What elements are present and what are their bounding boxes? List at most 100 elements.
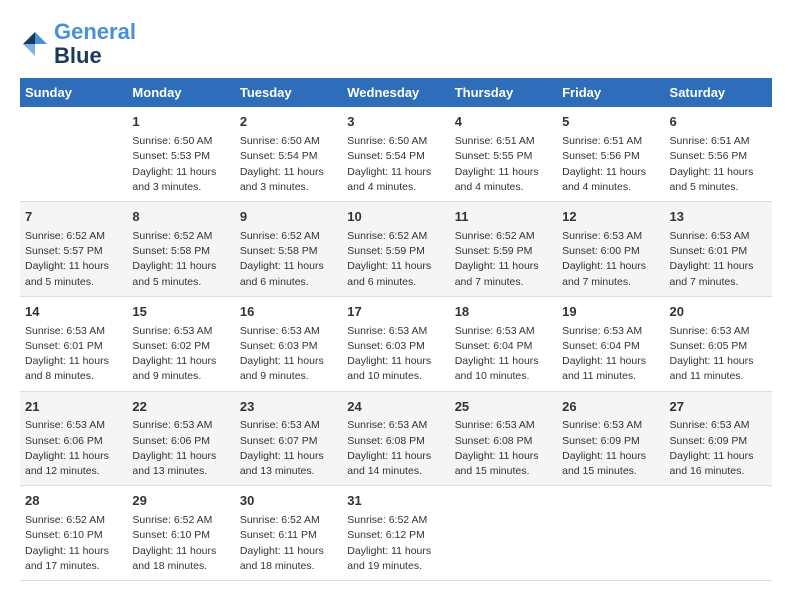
calendar-cell: 28 Sunrise: 6:52 AM Sunset: 6:10 PM Dayli… [20, 486, 127, 581]
day-number: 8 [132, 208, 229, 227]
day-number: 24 [347, 398, 444, 417]
calendar-cell: 9 Sunrise: 6:52 AM Sunset: 5:58 PM Daylig… [235, 202, 342, 297]
day-info: Sunrise: 6:50 AM Sunset: 5:54 PM Dayligh… [240, 134, 337, 195]
day-number: 28 [25, 492, 122, 511]
day-number: 14 [25, 303, 122, 322]
calendar-row: 7 Sunrise: 6:52 AM Sunset: 5:57 PM Daylig… [20, 202, 772, 297]
logo: GeneralBlue [20, 20, 136, 68]
logo-icon [20, 29, 50, 59]
calendar-cell: 14 Sunrise: 6:53 AM Sunset: 6:01 PM Dayli… [20, 296, 127, 391]
day-info: Sunrise: 6:53 AM Sunset: 6:05 PM Dayligh… [670, 324, 767, 385]
day-number: 29 [132, 492, 229, 511]
day-info: Sunrise: 6:53 AM Sunset: 6:02 PM Dayligh… [132, 324, 229, 385]
calendar-cell: 27Sunrise: 6:53 AM Sunset: 6:09 PM Dayli… [665, 391, 772, 486]
calendar-cell: 26Sunrise: 6:53 AM Sunset: 6:09 PM Dayli… [557, 391, 664, 486]
day-info: Sunrise: 6:51 AM Sunset: 5:56 PM Dayligh… [562, 134, 659, 195]
calendar-cell: 6 Sunrise: 6:51 AM Sunset: 5:56 PM Daylig… [665, 107, 772, 201]
day-number: 10 [347, 208, 444, 227]
day-info: Sunrise: 6:53 AM Sunset: 6:06 PM Dayligh… [25, 418, 122, 479]
day-info: Sunrise: 6:50 AM Sunset: 5:53 PM Dayligh… [132, 134, 229, 195]
day-info: Sunrise: 6:53 AM Sunset: 6:07 PM Dayligh… [240, 418, 337, 479]
calendar-cell: 18 Sunrise: 6:53 AM Sunset: 6:04 PM Dayli… [450, 296, 557, 391]
day-info: Sunrise: 6:53 AM Sunset: 6:03 PM Dayligh… [240, 324, 337, 385]
calendar-row: 28 Sunrise: 6:52 AM Sunset: 6:10 PM Dayli… [20, 486, 772, 581]
calendar-cell [20, 107, 127, 201]
day-number: 1 [132, 113, 229, 132]
calendar-cell: 13 Sunrise: 6:53 AM Sunset: 6:01 PM Dayli… [665, 202, 772, 297]
calendar-row: 14 Sunrise: 6:53 AM Sunset: 6:01 PM Dayli… [20, 296, 772, 391]
calendar-cell: 8Sunrise: 6:52 AM Sunset: 5:58 PM Daylig… [127, 202, 234, 297]
day-number: 9 [240, 208, 337, 227]
day-number: 11 [455, 208, 552, 227]
calendar-cell [450, 486, 557, 581]
day-number: 15 [132, 303, 229, 322]
day-info: Sunrise: 6:53 AM Sunset: 6:04 PM Dayligh… [455, 324, 552, 385]
day-info: Sunrise: 6:53 AM Sunset: 6:04 PM Dayligh… [562, 324, 659, 385]
weekday-header: Friday [557, 78, 664, 107]
day-info: Sunrise: 6:52 AM Sunset: 6:10 PM Dayligh… [132, 513, 229, 574]
day-info: Sunrise: 6:53 AM Sunset: 6:09 PM Dayligh… [562, 418, 659, 479]
calendar-cell: 5 Sunrise: 6:51 AM Sunset: 5:56 PM Daylig… [557, 107, 664, 201]
calendar-cell: 2Sunrise: 6:50 AM Sunset: 5:54 PM Daylig… [235, 107, 342, 201]
day-number: 12 [562, 208, 659, 227]
weekday-header: Monday [127, 78, 234, 107]
day-info: Sunrise: 6:52 AM Sunset: 6:11 PM Dayligh… [240, 513, 337, 574]
day-info: Sunrise: 6:53 AM Sunset: 6:08 PM Dayligh… [455, 418, 552, 479]
day-info: Sunrise: 6:52 AM Sunset: 5:59 PM Dayligh… [455, 229, 552, 290]
day-number: 19 [562, 303, 659, 322]
calendar-row: 21Sunrise: 6:53 AM Sunset: 6:06 PM Dayli… [20, 391, 772, 486]
calendar-cell: 12 Sunrise: 6:53 AM Sunset: 6:00 PM Dayli… [557, 202, 664, 297]
day-info: Sunrise: 6:53 AM Sunset: 6:08 PM Dayligh… [347, 418, 444, 479]
day-info: Sunrise: 6:51 AM Sunset: 5:55 PM Dayligh… [455, 134, 552, 195]
calendar-cell: 29 Sunrise: 6:52 AM Sunset: 6:10 PM Dayli… [127, 486, 234, 581]
day-number: 7 [25, 208, 122, 227]
day-info: Sunrise: 6:53 AM Sunset: 6:01 PM Dayligh… [25, 324, 122, 385]
day-info: Sunrise: 6:52 AM Sunset: 6:10 PM Dayligh… [25, 513, 122, 574]
calendar-header: SundayMondayTuesdayWednesdayThursdayFrid… [20, 78, 772, 107]
calendar-cell: 25Sunrise: 6:53 AM Sunset: 6:08 PM Dayli… [450, 391, 557, 486]
day-info: Sunrise: 6:53 AM Sunset: 6:00 PM Dayligh… [562, 229, 659, 290]
calendar-cell: 19 Sunrise: 6:53 AM Sunset: 6:04 PM Dayli… [557, 296, 664, 391]
day-info: Sunrise: 6:53 AM Sunset: 6:03 PM Dayligh… [347, 324, 444, 385]
calendar-cell: 22Sunrise: 6:53 AM Sunset: 6:06 PM Dayli… [127, 391, 234, 486]
day-number: 22 [132, 398, 229, 417]
calendar-cell: 30 Sunrise: 6:52 AM Sunset: 6:11 PM Dayli… [235, 486, 342, 581]
day-number: 30 [240, 492, 337, 511]
day-info: Sunrise: 6:51 AM Sunset: 5:56 PM Dayligh… [670, 134, 767, 195]
day-info: Sunrise: 6:53 AM Sunset: 6:01 PM Dayligh… [670, 229, 767, 290]
day-number: 31 [347, 492, 444, 511]
calendar-cell: 31 Sunrise: 6:52 AM Sunset: 6:12 PM Dayli… [342, 486, 449, 581]
day-info: Sunrise: 6:52 AM Sunset: 5:57 PM Dayligh… [25, 229, 122, 290]
calendar-row: 1 Sunrise: 6:50 AM Sunset: 5:53 PM Daylig… [20, 107, 772, 201]
calendar-cell: 16 Sunrise: 6:53 AM Sunset: 6:03 PM Dayli… [235, 296, 342, 391]
day-number: 18 [455, 303, 552, 322]
day-number: 6 [670, 113, 767, 132]
calendar-cell: 23Sunrise: 6:53 AM Sunset: 6:07 PM Dayli… [235, 391, 342, 486]
day-number: 5 [562, 113, 659, 132]
weekday-header: Wednesday [342, 78, 449, 107]
calendar-cell: 7 Sunrise: 6:52 AM Sunset: 5:57 PM Daylig… [20, 202, 127, 297]
day-info: Sunrise: 6:50 AM Sunset: 5:54 PM Dayligh… [347, 134, 444, 195]
day-number: 13 [670, 208, 767, 227]
logo-text: GeneralBlue [54, 20, 136, 68]
weekday-header: Thursday [450, 78, 557, 107]
day-number: 3 [347, 113, 444, 132]
day-info: Sunrise: 6:52 AM Sunset: 5:59 PM Dayligh… [347, 229, 444, 290]
day-info: Sunrise: 6:52 AM Sunset: 5:58 PM Dayligh… [240, 229, 337, 290]
calendar-cell: 4 Sunrise: 6:51 AM Sunset: 5:55 PM Daylig… [450, 107, 557, 201]
day-info: Sunrise: 6:53 AM Sunset: 6:09 PM Dayligh… [670, 418, 767, 479]
day-number: 4 [455, 113, 552, 132]
calendar-cell: 15 Sunrise: 6:53 AM Sunset: 6:02 PM Dayli… [127, 296, 234, 391]
calendar-table: SundayMondayTuesdayWednesdayThursdayFrid… [20, 78, 772, 581]
day-number: 23 [240, 398, 337, 417]
calendar-cell: 3 Sunrise: 6:50 AM Sunset: 5:54 PM Daylig… [342, 107, 449, 201]
day-info: Sunrise: 6:53 AM Sunset: 6:06 PM Dayligh… [132, 418, 229, 479]
calendar-cell: 20Sunrise: 6:53 AM Sunset: 6:05 PM Dayli… [665, 296, 772, 391]
calendar-cell [557, 486, 664, 581]
calendar-cell: 10 Sunrise: 6:52 AM Sunset: 5:59 PM Dayli… [342, 202, 449, 297]
weekday-header: Saturday [665, 78, 772, 107]
calendar-cell: 17Sunrise: 6:53 AM Sunset: 6:03 PM Dayli… [342, 296, 449, 391]
day-number: 16 [240, 303, 337, 322]
day-info: Sunrise: 6:52 AM Sunset: 6:12 PM Dayligh… [347, 513, 444, 574]
calendar-cell: 21Sunrise: 6:53 AM Sunset: 6:06 PM Dayli… [20, 391, 127, 486]
